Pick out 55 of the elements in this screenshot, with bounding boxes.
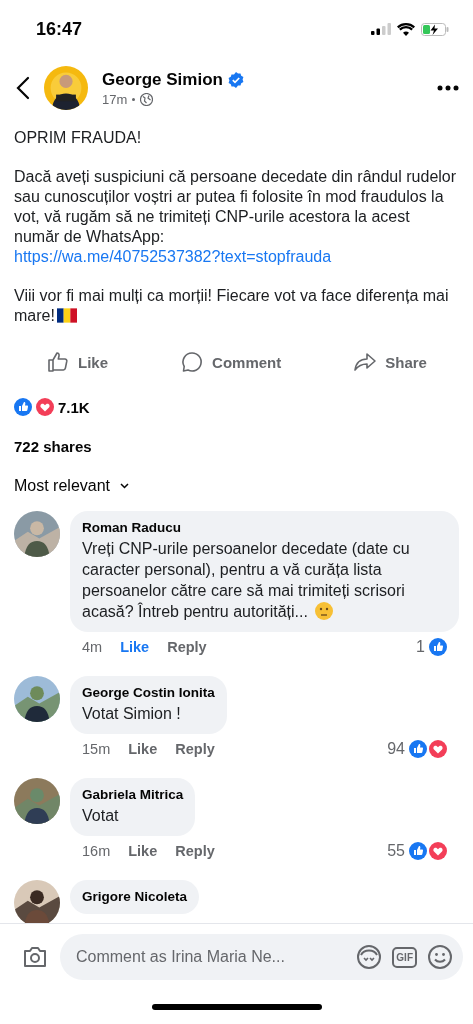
author-name[interactable]: George Simion [102, 69, 223, 90]
reply-link[interactable]: Reply [175, 843, 215, 859]
like-reaction-icon [409, 842, 427, 860]
comment-reaction-count: 1 [416, 638, 425, 656]
sort-dropdown[interactable]: Most relevant [0, 463, 144, 505]
globe-icon [140, 92, 154, 106]
emoji-icon[interactable] [427, 944, 453, 970]
like-link[interactable]: Like [128, 843, 158, 859]
dot-icon [132, 97, 136, 101]
like-reaction-icon [429, 638, 447, 656]
reply-link[interactable]: Reply [175, 741, 215, 757]
reply-link[interactable]: Reply [167, 639, 207, 655]
wifi-icon [397, 22, 415, 36]
heart-reaction-icon [36, 398, 54, 416]
like-link[interactable]: Like [128, 741, 158, 757]
status-time: 16:47 [36, 18, 83, 40]
comment-text: Votat Simion ! [82, 704, 182, 724]
like-reaction-icon [14, 398, 32, 416]
heart-reaction-icon [429, 842, 447, 860]
comment-reaction-count: 94 [387, 740, 405, 758]
post-text: Viii vor fi mai mulți ca morții! Fiecare vot va face diferența mai mare! [14, 286, 450, 326]
heart-reaction-icon [429, 740, 447, 758]
post-text: OPRIM FRAUDA! [14, 128, 143, 148]
post-text: Dacă aveți suspiciuni că persoane decedate din rândul rudelor sau cunoscuților voștri ar putea fi folosite în mod fraudulos la vot, vă rugăm să ne trimiteți CNP-urile acestora la acest număr de WhatsApp: https://wa.me/40752537382?text=stopfrauda [14, 167, 458, 267]
more-options-icon[interactable] [437, 85, 459, 91]
share-button[interactable]: Share [347, 346, 433, 378]
signal-icon [371, 23, 391, 35]
like-reaction-icon [409, 740, 427, 758]
comment-author[interactable]: Roman Raducu [82, 520, 447, 535]
gif-button[interactable]: GIF [392, 946, 417, 968]
back-button[interactable] [16, 76, 30, 100]
comment-reaction-count: 55 [387, 842, 405, 860]
comment-button[interactable]: Comment [174, 346, 288, 378]
comment-time: 16m [82, 843, 111, 859]
reaction-count[interactable]: 7.1K [58, 398, 90, 416]
thumbs-up-icon [46, 350, 70, 374]
camera-icon[interactable] [22, 946, 48, 968]
comment-field[interactable]: Comment as Irina Maria Ne... GIF [60, 934, 463, 980]
avatar-sticker-icon[interactable] [356, 944, 383, 970]
like-button[interactable]: Like [40, 346, 115, 378]
comment-author[interactable]: Grigore Nicoleta [82, 889, 188, 904]
comment-time: 4m [82, 639, 103, 655]
comment-time: 15m [82, 741, 111, 757]
comment-author[interactable]: Gabriela Mitrica [82, 787, 184, 802]
post-time: 17m [102, 91, 128, 107]
comment-text: Votat [82, 806, 120, 826]
share-arrow-icon [353, 350, 378, 374]
comment-text: Vreți CNP-urile persoanelor decedate (date cu caracter personal), pentru a vă curăța lista persoanelor către care să mai trimiteți scrisori acasă? Întreb pentru autorități... [82, 539, 411, 622]
share-count[interactable]: 722 shares [0, 424, 106, 463]
comment-author[interactable]: George Costin Ionita [82, 685, 215, 700]
like-link[interactable]: Like [120, 639, 150, 655]
whatsapp-link[interactable]: https://wa.me/40752537382?text=stopfrauda [14, 248, 332, 265]
speech-bubble-icon [180, 350, 205, 374]
battery-icon [421, 22, 449, 36]
caret-down-icon [120, 483, 130, 489]
